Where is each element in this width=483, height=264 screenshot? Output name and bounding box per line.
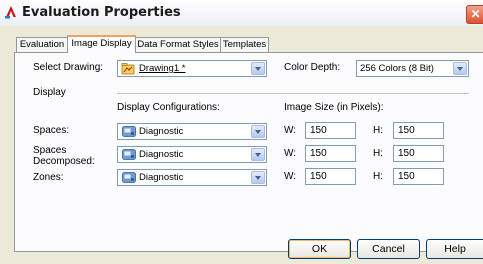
- chevron-down-icon[interactable]: [453, 62, 467, 75]
- spaces-config-value: Diagnostic: [139, 126, 184, 137]
- zones-height-input[interactable]: 150: [393, 168, 444, 185]
- select-drawing-combo[interactable]: Drawing1 *: [117, 60, 267, 77]
- display-separator: [117, 93, 469, 94]
- tab-data-format-styles[interactable]: Data Format Styles: [135, 37, 221, 52]
- dialog-window: Evaluation Properties ✕ Evaluation Image…: [0, 0, 483, 264]
- width-label: W:: [284, 148, 297, 159]
- spaces-decomposed-config-combo[interactable]: Diagnostic: [117, 146, 267, 163]
- spaces-label: Spaces:: [33, 125, 70, 136]
- display-config-icon: [122, 126, 136, 137]
- title-bar[interactable]: Evaluation Properties ✕: [0, 0, 483, 26]
- window-title: Evaluation Properties: [22, 5, 181, 20]
- height-label: H:: [373, 125, 383, 136]
- display-config-icon: [122, 149, 136, 160]
- spaces-decomposed-label-line2: Decomposed:: [33, 156, 95, 167]
- zones-label: Zones:: [33, 172, 64, 183]
- chevron-down-icon[interactable]: [251, 171, 265, 184]
- spaces-decomposed-height-input[interactable]: 150: [393, 145, 444, 162]
- select-drawing-value: Drawing1 *: [139, 63, 186, 74]
- color-depth-combo[interactable]: 256 Colors (8 Bit): [356, 60, 469, 77]
- close-icon: ✕: [470, 7, 481, 21]
- chevron-down-icon[interactable]: [251, 62, 265, 75]
- zones-width-input[interactable]: 150: [305, 168, 356, 185]
- help-button[interactable]: Help: [426, 239, 483, 259]
- spaces-decomposed-width-input[interactable]: 150: [305, 145, 356, 162]
- autocad-app-icon: [5, 6, 16, 19]
- ok-button[interactable]: OK: [288, 239, 351, 259]
- spaces-height-input[interactable]: 150: [393, 122, 444, 139]
- zones-config-combo[interactable]: Diagnostic: [117, 169, 267, 186]
- cancel-button[interactable]: Cancel: [357, 239, 420, 259]
- tab-evaluation[interactable]: Evaluation: [16, 37, 68, 52]
- drawing-icon: [121, 63, 135, 75]
- display-heading: Display: [33, 87, 66, 98]
- chevron-down-icon[interactable]: [251, 148, 265, 161]
- spaces-config-combo[interactable]: Diagnostic: [117, 123, 267, 140]
- width-label: W:: [284, 171, 297, 182]
- color-depth-label: Color Depth:: [284, 62, 341, 73]
- spaces-width-input[interactable]: 150: [305, 122, 356, 139]
- color-depth-value: 256 Colors (8 Bit): [360, 63, 434, 74]
- chevron-down-icon[interactable]: [251, 125, 265, 138]
- spaces-decomposed-config-value: Diagnostic: [139, 149, 184, 160]
- image-size-header: Image Size (in Pixels):: [284, 102, 384, 113]
- tab-templates[interactable]: Templates: [220, 37, 269, 52]
- close-button[interactable]: ✕: [466, 5, 483, 24]
- display-configurations-header: Display Configurations:: [117, 102, 220, 113]
- zones-config-value: Diagnostic: [139, 172, 184, 183]
- height-label: H:: [373, 148, 383, 159]
- spaces-decomposed-label-line1: Spaces: [33, 145, 67, 156]
- width-label: W:: [284, 125, 297, 136]
- height-label: H:: [373, 171, 383, 182]
- display-config-icon: [122, 172, 136, 183]
- select-drawing-label: Select Drawing:: [33, 62, 104, 73]
- tab-image-display[interactable]: Image Display: [67, 35, 136, 53]
